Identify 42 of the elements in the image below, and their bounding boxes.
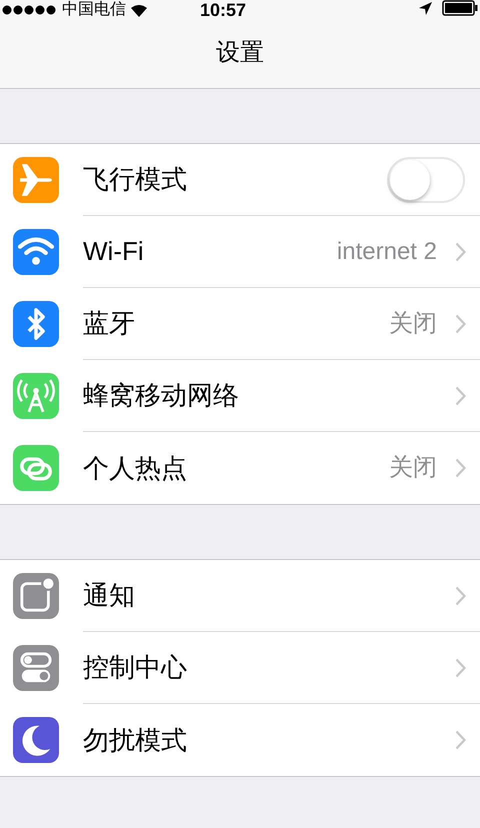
row-label: 通知 [83,579,135,612]
settings-row[interactable]: 勿扰模式 [0,704,480,776]
wifi-icon [130,4,148,16]
row-value: 关闭 [389,453,437,483]
settings-row[interactable]: 飞行模式 [0,144,480,216]
row-label: 控制中心 [83,651,187,684]
settings-row[interactable]: 控制中心 [0,632,480,704]
row-label: Wi-Fi [83,235,144,268]
chevron-icon [455,314,466,334]
chevron-icon [455,586,466,606]
wifi-icon [13,229,59,275]
airplane-icon [13,157,59,203]
battery-icon [442,0,478,16]
row-label: 个人热点 [83,452,187,484]
settings-row[interactable]: 蓝牙 关闭 [0,288,480,360]
row-label: 飞行模式 [83,163,187,196]
notification-icon [13,573,59,619]
row-value: 关闭 [389,308,437,338]
chevron-icon [455,730,466,750]
carrier-name: 中国电信 [62,0,126,20]
row-label: 勿扰模式 [83,724,187,756]
settings-row[interactable]: 蜂窝移动网络 [0,360,480,432]
chevron-icon [455,386,466,406]
signal-icon [2,5,58,15]
moon-icon [13,717,59,763]
time: 10:57 [200,0,246,20]
bluetooth-icon [13,301,59,347]
chain-link-icon [13,445,59,491]
chevron-icon [455,242,466,262]
row-value: internet 2 [336,236,437,266]
settings-row[interactable]: Wi-Fi internet 2 [0,216,480,288]
nav-title: 设置 [216,38,264,68]
chevron-icon [455,658,466,678]
antenna-icon [13,373,59,419]
row-label: 蓝牙 [83,307,135,340]
settings-row[interactable]: 通知 [0,560,480,632]
chevron-icon [455,458,466,478]
settings-row[interactable]: 个人热点 关闭 [0,432,480,504]
row-label: 蜂窝移动网络 [83,379,239,412]
switches-icon [13,645,59,691]
toggle-switch[interactable] [387,156,465,202]
location-arrow-icon [419,2,432,14]
